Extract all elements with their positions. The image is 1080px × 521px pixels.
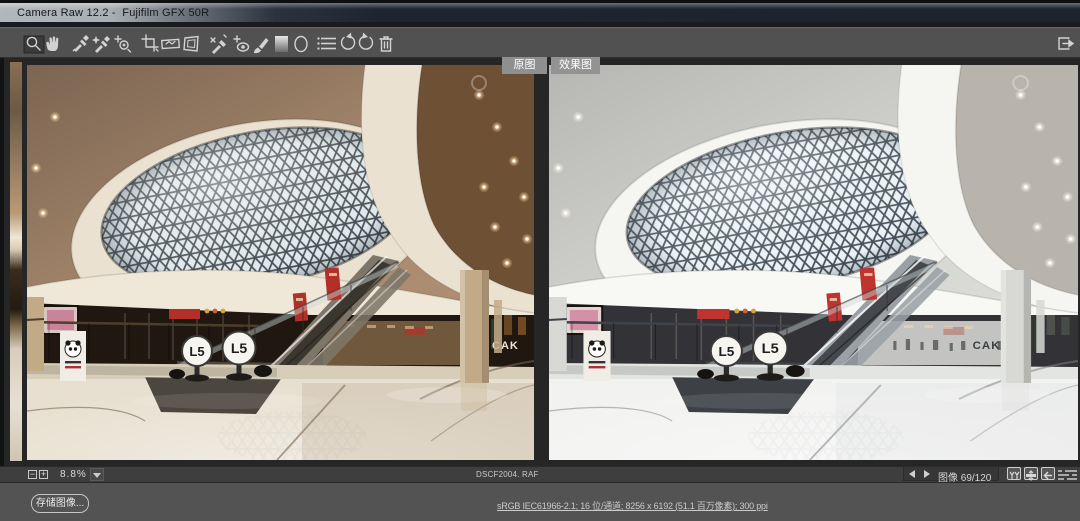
svg-text:L5: L5 [762, 341, 779, 357]
svg-text:L5: L5 [231, 340, 248, 356]
svg-text:L5: L5 [718, 344, 734, 359]
svg-text:L5: L5 [189, 344, 204, 359]
svg-text:CAK: CAK [973, 340, 1001, 352]
